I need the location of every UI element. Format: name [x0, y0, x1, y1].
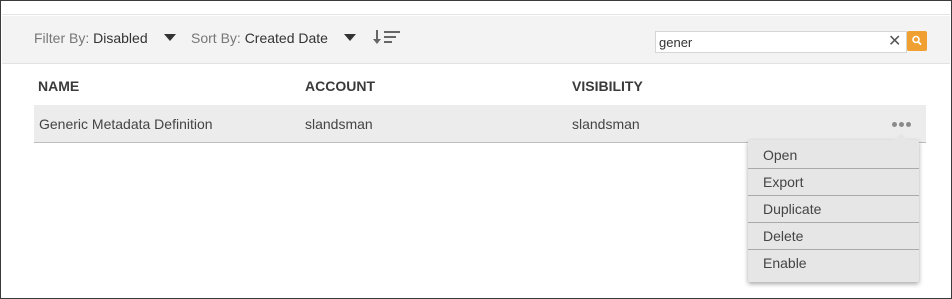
column-header-visibility[interactable]: VISIBILITY — [572, 78, 643, 94]
close-icon[interactable]: ✕ — [888, 33, 901, 51]
search-icon — [912, 35, 922, 46]
row-actions-menu: Open Export Duplicate Delete Enable — [748, 133, 919, 282]
menu-item-export[interactable]: Export — [748, 169, 919, 196]
caret-down-icon[interactable] — [343, 34, 356, 42]
search-box: ✕ — [655, 31, 907, 53]
search-input[interactable] — [659, 34, 881, 50]
cell-account: slandsman — [305, 116, 373, 132]
column-header-account[interactable]: ACCOUNT — [305, 78, 375, 94]
more-horizontal-icon[interactable] — [892, 122, 912, 128]
filter-label: Filter By: — [34, 30, 90, 46]
sort-label: Sort By: — [191, 30, 241, 46]
sort-value: Created Date — [244, 30, 328, 46]
top-strip — [2, 2, 950, 15]
filter-value: Disabled — [93, 30, 148, 46]
sort-descending-icon[interactable] — [373, 29, 401, 45]
filter-dropdown[interactable]: Filter By: Disabled — [34, 29, 176, 47]
caret-down-icon[interactable] — [163, 34, 176, 42]
window-frame: Filter By: Disabled Sort By: Created Dat… — [0, 0, 952, 299]
menu-pointer — [894, 133, 908, 140]
menu-item-duplicate[interactable]: Duplicate — [748, 196, 919, 223]
table-row[interactable]: Generic Metadata Definition slandsman sl… — [34, 105, 926, 143]
cell-name: Generic Metadata Definition — [39, 116, 213, 132]
cell-visibility: slandsman — [572, 116, 640, 132]
search-button[interactable] — [907, 31, 927, 51]
column-header-name[interactable]: NAME — [38, 78, 79, 94]
menu-item-enable[interactable]: Enable — [748, 250, 919, 277]
toolbar: Filter By: Disabled Sort By: Created Dat… — [2, 16, 950, 64]
menu-item-open[interactable]: Open — [748, 142, 919, 169]
menu-item-delete[interactable]: Delete — [748, 223, 919, 250]
sort-dropdown[interactable]: Sort By: Created Date — [191, 29, 356, 47]
